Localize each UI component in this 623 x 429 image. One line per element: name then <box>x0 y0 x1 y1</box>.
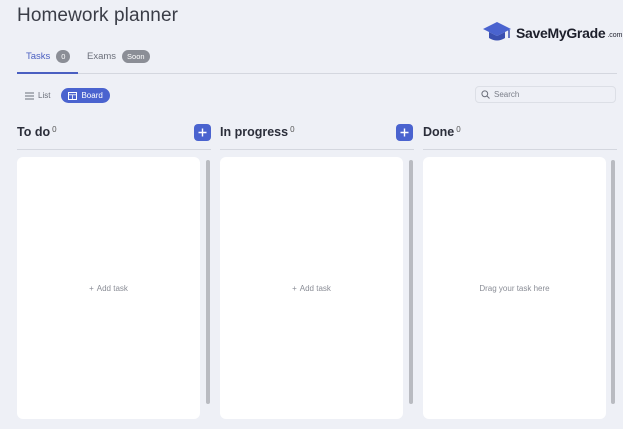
board-view-button[interactable]: Board <box>61 88 110 103</box>
column-count-todo: 0 <box>52 125 57 134</box>
add-task-in-progress-button[interactable] <box>396 124 413 141</box>
tab-bar: Tasks 0 Exams Soon <box>17 46 617 74</box>
column-panel-in-progress: + Add task <box>220 157 403 419</box>
page-title: Homework planner <box>17 5 179 26</box>
column-count-done: 0 <box>456 125 461 134</box>
column-title-in-progress-text: In progress <box>220 125 289 139</box>
column-title-todo: To do 0 <box>17 125 57 139</box>
search-box <box>475 86 616 103</box>
scrollbar-done[interactable] <box>611 160 615 404</box>
column-panel-done[interactable]: Drag your task here <box>423 157 606 419</box>
search-icon <box>481 90 490 99</box>
column-title-todo-text: To do <box>17 125 51 139</box>
tab-exams-label: Exams <box>87 51 117 62</box>
add-task-todo-button[interactable] <box>194 124 211 141</box>
graduation-cap-icon <box>483 22 511 41</box>
drop-zone-hint: Drag your task here <box>479 283 550 293</box>
view-toggle: List Board <box>18 88 110 103</box>
column-panel-todo: + Add task <box>17 157 200 419</box>
add-task-todo-link[interactable]: + Add task <box>89 284 128 293</box>
active-tab-indicator <box>17 72 78 74</box>
plus-icon: + <box>292 283 297 293</box>
tab-tasks-label: Tasks <box>26 51 51 62</box>
column-title-done-text: Done <box>423 125 455 139</box>
column-header-in-progress: In progress 0 <box>220 122 414 150</box>
column-header-done: Done 0 <box>423 122 617 150</box>
search-input[interactable] <box>494 90 604 99</box>
logo-name: SaveMyGrade <box>516 25 606 41</box>
scrollbar-in-progress[interactable] <box>409 160 413 404</box>
add-task-in-progress-label: Add task <box>299 283 331 293</box>
scrollbar-todo[interactable] <box>206 160 210 404</box>
logo[interactable]: SaveMyGrade .com <box>482 20 622 46</box>
column-header-todo: To do 0 <box>17 122 211 150</box>
plus-icon <box>400 128 409 137</box>
exams-soon-badge: Soon <box>122 50 150 63</box>
board-view-label: Board <box>81 91 103 100</box>
list-view-label: List <box>38 91 51 100</box>
column-title-done: Done 0 <box>423 125 461 139</box>
add-task-todo-label: Add task <box>96 283 128 293</box>
plus-icon <box>198 128 207 137</box>
tab-tasks[interactable]: Tasks 0 <box>26 50 71 63</box>
column-title-in-progress: In progress 0 <box>220 125 295 139</box>
plus-icon: + <box>89 283 94 293</box>
tab-exams[interactable]: Exams Soon <box>87 50 150 63</box>
list-view-button[interactable]: List <box>18 88 57 103</box>
tasks-count-badge: 0 <box>56 50 71 63</box>
board-icon <box>68 91 78 100</box>
list-icon <box>25 92 34 99</box>
logo-domain: .com <box>607 32 623 39</box>
column-count-in-progress: 0 <box>290 125 295 134</box>
add-task-in-progress-link[interactable]: + Add task <box>292 284 331 293</box>
